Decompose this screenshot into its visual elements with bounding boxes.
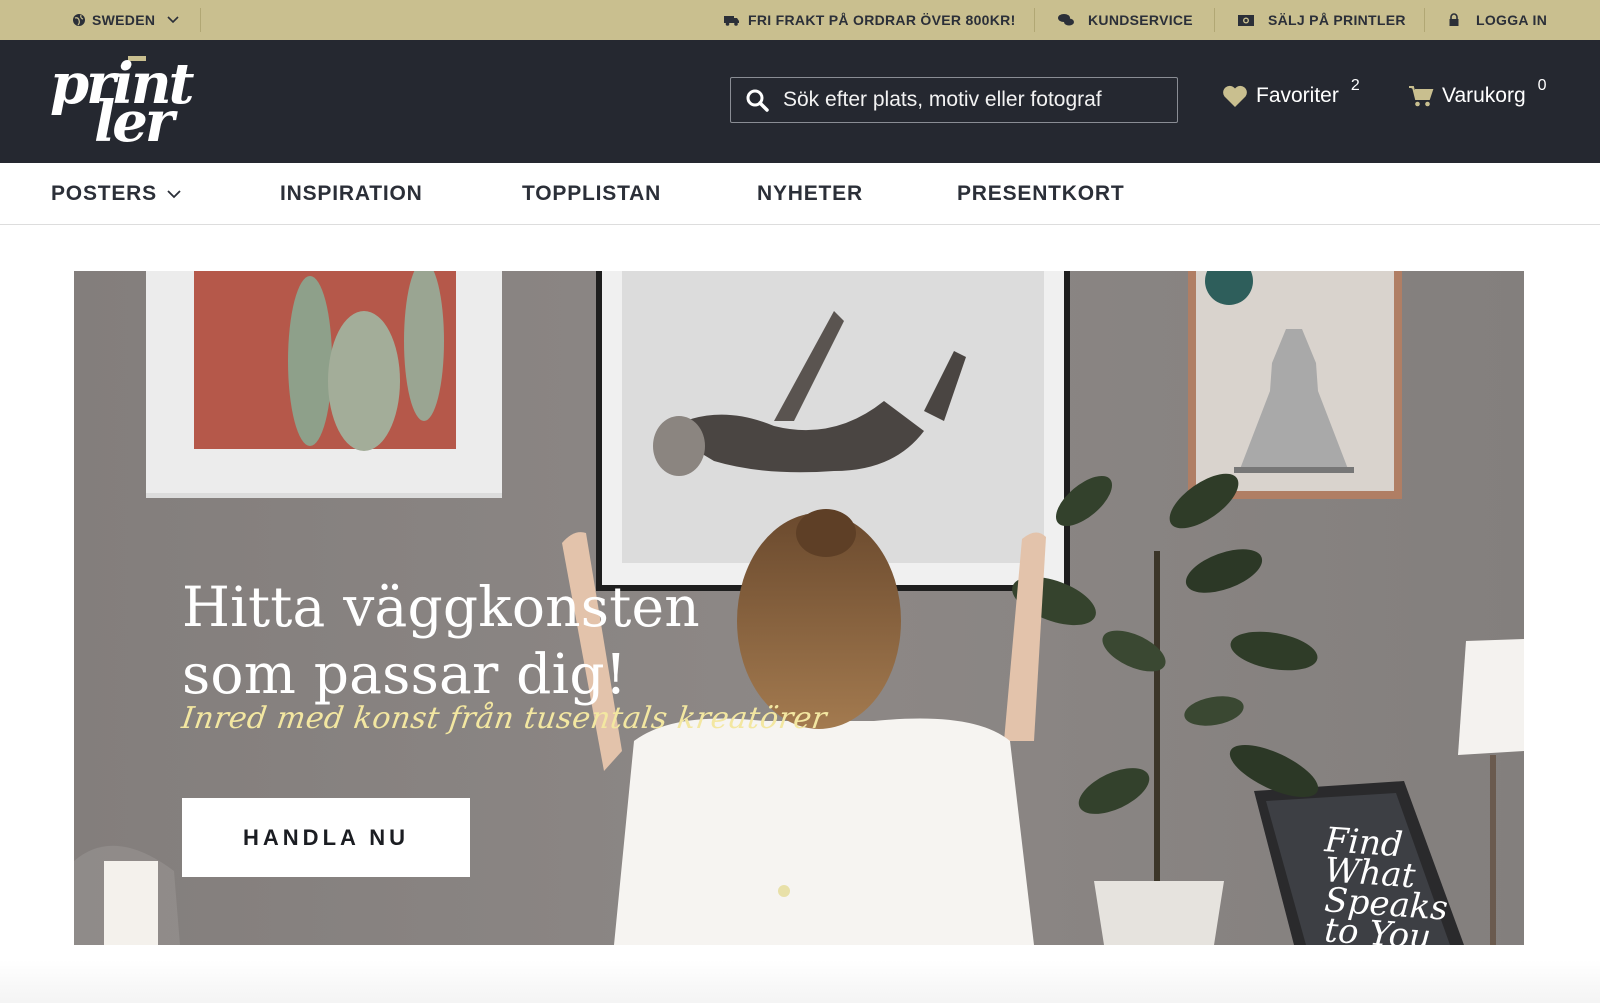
globe-icon <box>73 14 85 26</box>
nav-item-topplistan[interactable]: TOPPLISTAN <box>522 163 661 225</box>
nav-item-inspiration[interactable]: INSPIRATION <box>280 163 423 225</box>
truck-icon <box>724 16 739 26</box>
search-icon <box>746 89 769 112</box>
framed-tower-print <box>1188 271 1402 499</box>
hero-title-line-1: Hitta väggkonsten <box>182 575 700 639</box>
carousel-indicator[interactable] <box>778 885 790 897</box>
utility-bar: SWEDEN FRI FRAKT PÅ ORDRAR ÖVER 800KR! K… <box>0 0 1600 40</box>
main-navigation: POSTERS INSPIRATION TOPPLISTAN NYHETER P… <box>0 163 1600 225</box>
nav-item-label: INSPIRATION <box>280 182 423 205</box>
cart-link[interactable]: Varukorg 0 <box>1408 77 1547 108</box>
nav-item-label: POSTERS <box>51 182 157 205</box>
hero-title-line-2: som passar dig! <box>182 642 628 706</box>
sell-on-printler-link[interactable]: SÄLJ PÅ PRINTLER <box>1238 0 1406 40</box>
chat-bubbles-icon <box>1058 14 1074 26</box>
hero-subtitle: Inred med konst från tusentals kreatörer <box>179 701 830 736</box>
login-link[interactable]: LOGGA IN <box>1448 0 1547 40</box>
nav-item-label: PRESENTKORT <box>957 182 1125 205</box>
chevron-down-icon <box>167 16 179 24</box>
logo-text-ler: ler <box>94 89 174 155</box>
heart-icon <box>1223 85 1247 107</box>
site-header: print ler Favoriter 2 Varukorg 0 <box>0 40 1600 163</box>
hero-banner[interactable]: FindWhatSpeaksto You Hitta väggkonsten s… <box>74 271 1524 945</box>
nav-item-label: NYHETER <box>757 182 863 205</box>
nav-item-presentkort[interactable]: PRESENTKORT <box>957 163 1124 225</box>
customer-service-link[interactable]: KUNDSERVICE <box>1058 0 1193 40</box>
hero-title: Hitta väggkonsten som passar dig! <box>182 574 700 708</box>
free-shipping-notice[interactable]: FRI FRAKT PÅ ORDRAR ÖVER 800KR! <box>724 0 1016 40</box>
nav-item-posters[interactable]: POSTERS <box>51 163 181 225</box>
page-bottom <box>0 960 1600 1003</box>
favorites-link[interactable]: Favoriter 2 <box>1222 77 1360 108</box>
country-label: SWEDEN <box>92 12 156 28</box>
favorites-label: Favoriter <box>1256 84 1339 107</box>
camera-icon <box>1238 15 1254 26</box>
country-selector[interactable]: SWEDEN <box>72 0 179 40</box>
search-box[interactable] <box>730 77 1178 123</box>
login-label: LOGGA IN <box>1476 12 1548 28</box>
sell-label: SÄLJ PÅ PRINTLER <box>1268 12 1406 28</box>
customer-service-label: KUNDSERVICE <box>1088 12 1193 28</box>
shop-now-button[interactable]: HANDLA NU <box>182 798 470 877</box>
cart-icon <box>1409 86 1434 107</box>
divider <box>200 8 201 32</box>
divider <box>1214 8 1215 32</box>
framed-cactus-print <box>146 271 502 498</box>
cart-label: Varukorg <box>1442 84 1526 107</box>
chevron-down-icon <box>167 189 181 198</box>
printler-logo[interactable]: print ler <box>50 52 210 152</box>
divider <box>1034 8 1035 32</box>
cart-count: 0 <box>1537 77 1547 94</box>
search-input[interactable] <box>783 88 1143 112</box>
shipping-text: FRI FRAKT PÅ ORDRAR ÖVER 800KR! <box>748 12 1016 28</box>
divider <box>1424 8 1425 32</box>
favorites-count: 2 <box>1350 77 1360 94</box>
nav-item-nyheter[interactable]: NYHETER <box>757 163 863 225</box>
nav-item-label: TOPPLISTAN <box>522 182 662 205</box>
lock-icon <box>1449 13 1459 26</box>
